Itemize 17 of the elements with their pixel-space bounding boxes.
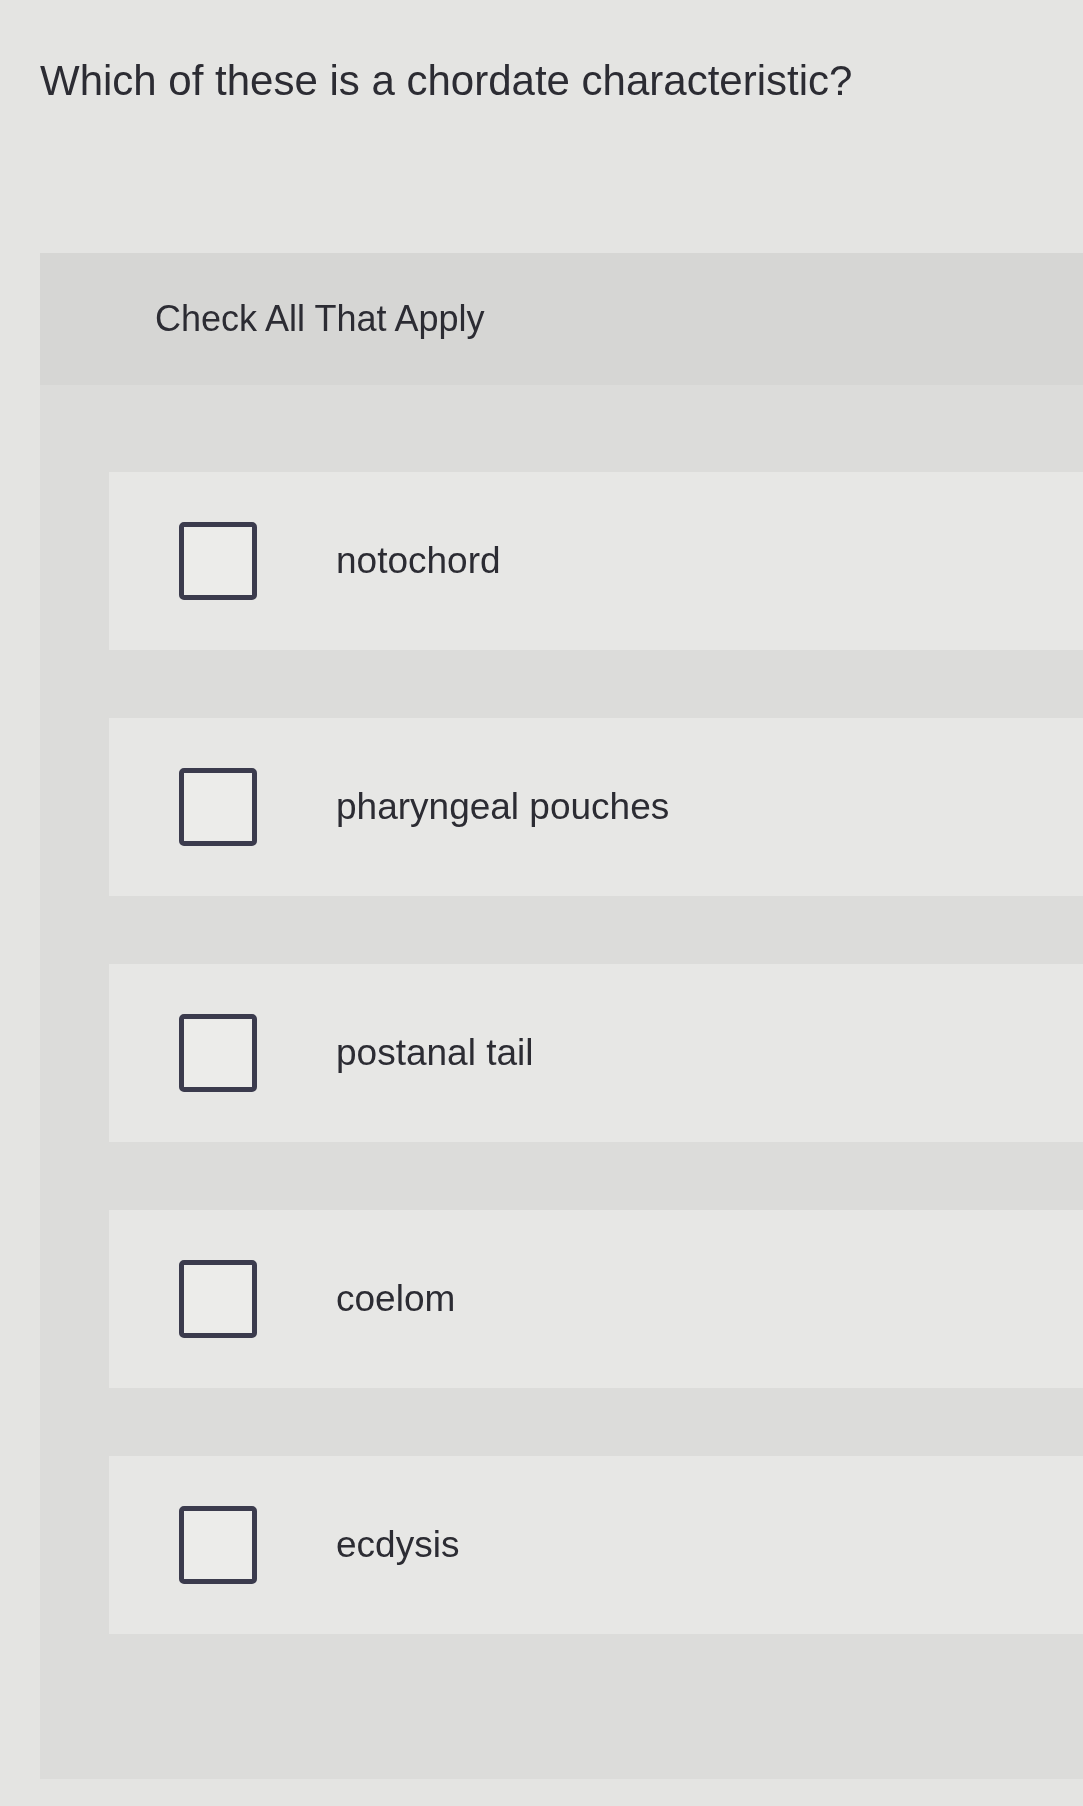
answer-option[interactable]: ecdysis (109, 1456, 1083, 1634)
answer-option[interactable]: coelom (109, 1210, 1083, 1388)
option-label: postanal tail (336, 1031, 534, 1075)
option-label: pharyngeal pouches (336, 785, 670, 829)
instruction-text: Check All That Apply (155, 297, 485, 341)
answer-option[interactable]: postanal tail (109, 964, 1083, 1142)
checkbox[interactable] (179, 768, 257, 846)
option-label: coelom (336, 1277, 456, 1321)
checkbox[interactable] (179, 1506, 257, 1584)
checkbox[interactable] (179, 1260, 257, 1338)
option-label: notochord (336, 539, 501, 583)
checkbox[interactable] (179, 1014, 257, 1092)
question-text: Which of these is a chordate characteristic? (40, 56, 853, 106)
checkbox[interactable] (179, 522, 257, 600)
answer-option[interactable]: pharyngeal pouches (109, 718, 1083, 896)
option-label: ecdysis (336, 1523, 460, 1567)
answer-option[interactable]: notochord (109, 472, 1083, 650)
